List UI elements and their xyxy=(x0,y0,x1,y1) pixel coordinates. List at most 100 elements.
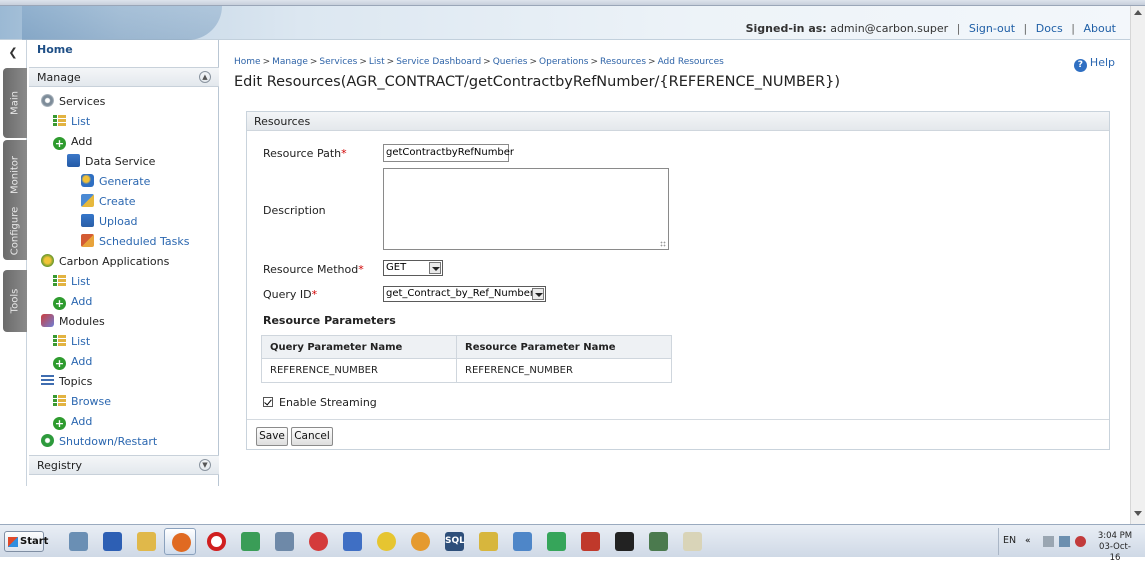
page-title: Edit Resources(AGR_CONTRACT/getContractb… xyxy=(234,74,841,90)
save-button[interactable]: Save xyxy=(256,427,288,446)
add-icon: + xyxy=(53,297,66,310)
breadcrumb-manage[interactable]: Manage xyxy=(272,57,308,67)
sidebar-section-manage[interactable]: Manage ▲ xyxy=(29,67,219,87)
tab-main[interactable]: Main xyxy=(3,68,27,138)
terminal-icon[interactable] xyxy=(608,528,640,555)
tab-configure[interactable]: Configure xyxy=(3,202,27,260)
sidebar-item-modules[interactable]: Modules xyxy=(41,312,105,332)
language-indicator[interactable]: EN xyxy=(1003,535,1016,546)
firefox-icon[interactable] xyxy=(164,528,196,555)
app-yellow-icon[interactable] xyxy=(370,528,402,555)
sidebar-item-scheduled-tasks[interactable]: Scheduled Tasks xyxy=(81,232,190,252)
scroll-up-icon[interactable] xyxy=(1134,10,1142,15)
breadcrumb-resources[interactable]: Resources xyxy=(600,57,646,67)
start-button[interactable]: Start xyxy=(4,531,48,552)
sql-icon[interactable]: SQL xyxy=(438,528,470,555)
sidebar-item-modules-add[interactable]: + Add xyxy=(53,352,92,372)
sidebar-item-services-add[interactable]: + Add xyxy=(53,132,92,152)
sidebar-item-carbon-add[interactable]: + Add xyxy=(53,292,92,312)
app-window-icon[interactable] xyxy=(268,528,300,555)
scroll-down-icon[interactable] xyxy=(1134,511,1142,516)
sidebar-item-data-service[interactable]: Data Service xyxy=(67,152,155,172)
sidebar-item-carbon-list[interactable]: List xyxy=(53,272,90,292)
sidebar-item-shutdown-restart[interactable]: Shutdown/Restart xyxy=(41,432,157,452)
chevron-up-icon[interactable]: ▲ xyxy=(199,71,211,83)
resource-path-input[interactable]: getContractbyRefNumber xyxy=(383,144,514,162)
opera-icon[interactable] xyxy=(200,528,232,555)
list-icon xyxy=(53,114,66,127)
cancel-button[interactable]: Cancel xyxy=(291,427,333,446)
breadcrumb-queries[interactable]: Queries xyxy=(493,57,528,67)
column-header-query-param: Query Parameter Name xyxy=(261,335,457,359)
sidebar-item-generate[interactable]: Generate xyxy=(81,172,150,192)
about-link[interactable]: About xyxy=(1083,22,1116,35)
sidebar-item-topics-browse[interactable]: Browse xyxy=(53,392,111,412)
carbon-applications-icon xyxy=(41,254,54,267)
volume-icon[interactable] xyxy=(1075,536,1086,547)
app-orange-icon[interactable] xyxy=(404,528,436,555)
powershell-icon[interactable] xyxy=(96,528,128,555)
sign-out-link[interactable]: Sign-out xyxy=(969,22,1015,35)
taskbar: Start SQL EN « 3:04 PM 03-Oct-16 xyxy=(0,524,1145,563)
help-link[interactable]: ? Help xyxy=(1073,56,1115,72)
data-service-icon xyxy=(67,154,80,167)
sidebar-home[interactable]: Home xyxy=(29,42,219,64)
breadcrumb-operations[interactable]: Operations xyxy=(539,57,588,67)
scheduled-tasks-icon xyxy=(81,234,94,247)
sidebar-item-upload[interactable]: Upload xyxy=(81,212,138,232)
app-grid-icon[interactable] xyxy=(506,528,538,555)
resource-method-label: Resource Method* xyxy=(263,263,364,276)
network-tray-icon[interactable] xyxy=(1059,536,1070,547)
breadcrumb-services[interactable]: Services xyxy=(319,57,357,67)
resource-parameters-title: Resource Parameters xyxy=(263,314,396,327)
sidebar-item-topics-add[interactable]: + Add xyxy=(53,412,92,432)
explorer-icon[interactable] xyxy=(130,528,162,555)
app-green-icon[interactable] xyxy=(234,528,266,555)
breadcrumb-service-dashboard[interactable]: Service Dashboard xyxy=(396,57,481,67)
vertical-scrollbar[interactable] xyxy=(1130,6,1145,524)
app-blue-icon[interactable] xyxy=(336,528,368,555)
sidebar-item-services[interactable]: Services xyxy=(41,92,105,112)
flag-icon[interactable] xyxy=(1043,536,1054,547)
tab-tools[interactable]: Tools xyxy=(3,270,27,332)
signed-in-bar: Signed-in as: admin@carbon.super | Sign-… xyxy=(745,22,1116,35)
app-colorful-icon[interactable] xyxy=(574,528,606,555)
resource-method-select[interactable]: GET xyxy=(383,260,443,276)
app-photo-icon[interactable] xyxy=(642,528,674,555)
resize-grip-icon[interactable] xyxy=(660,241,666,247)
chevron-down-icon xyxy=(532,288,544,300)
docs-link[interactable]: Docs xyxy=(1036,22,1063,35)
sidebar-section-label: Registry xyxy=(37,459,83,472)
shutdown-icon xyxy=(41,434,54,447)
header-banner: Signed-in as: admin@carbon.super | Sign-… xyxy=(0,6,1130,40)
sidebar-item-carbon-applications[interactable]: Carbon Applications xyxy=(41,252,169,272)
tray-expand-icon[interactable]: « xyxy=(1025,536,1036,547)
chevron-down-icon[interactable]: ▼ xyxy=(199,459,211,471)
app-green-window-icon[interactable] xyxy=(540,528,572,555)
enable-streaming-checkbox[interactable]: Enable Streaming xyxy=(263,396,377,409)
sidebar-item-services-list[interactable]: List xyxy=(53,112,90,132)
tab-monitor[interactable]: Monitor xyxy=(3,140,27,210)
collapse-menu-icon[interactable]: ❮ xyxy=(4,46,22,60)
clock[interactable]: 3:04 PM 03-Oct-16 xyxy=(1097,531,1133,564)
sidebar-item-topics[interactable]: Topics xyxy=(41,372,92,392)
resource-param-cell: REFERENCE_NUMBER xyxy=(456,358,672,383)
app-red-blue-icon[interactable] xyxy=(302,528,334,555)
clock-date: 03-Oct-16 xyxy=(1099,542,1131,563)
description-label: Description xyxy=(263,204,326,217)
logo-shape xyxy=(22,6,222,40)
sidebar-item-create[interactable]: Create xyxy=(81,192,136,212)
notepad-icon[interactable] xyxy=(676,528,708,555)
list-icon xyxy=(53,274,66,287)
sidebar-section-registry[interactable]: Registry ▼ xyxy=(29,455,219,475)
description-textarea[interactable] xyxy=(383,168,669,250)
pen-icon[interactable] xyxy=(472,528,504,555)
breadcrumb-list[interactable]: List xyxy=(369,57,385,67)
query-id-select[interactable]: get_Contract_by_Ref_Number xyxy=(383,286,546,302)
breadcrumb-home[interactable]: Home xyxy=(234,57,261,67)
clock-time: 3:04 PM xyxy=(1097,531,1133,541)
network-icon[interactable] xyxy=(62,528,94,555)
sidebar-item-modules-list[interactable]: List xyxy=(53,332,90,352)
resource-path-label: Resource Path* xyxy=(263,147,347,160)
checkbox-checked-icon[interactable] xyxy=(263,397,273,407)
